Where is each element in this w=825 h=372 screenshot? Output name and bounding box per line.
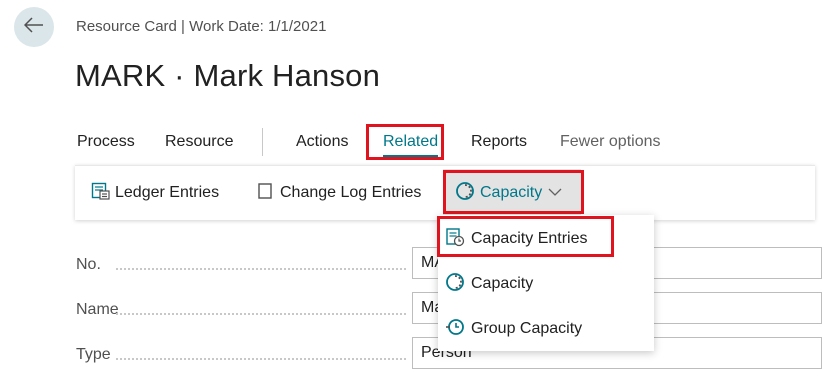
menu-item-group-capacity[interactable]: Group Capacity xyxy=(438,307,654,351)
back-button[interactable] xyxy=(14,7,54,47)
field-label-no: No. xyxy=(76,256,101,273)
active-tab-underline xyxy=(383,155,439,157)
chevron-down-icon xyxy=(548,184,562,202)
capacity-entries-icon xyxy=(445,227,471,252)
action-bar: Ledger Entries Change Log Entries Capaci… xyxy=(75,165,815,220)
menu-reports[interactable]: Reports xyxy=(471,133,527,151)
menu-item-capacity[interactable]: Capacity xyxy=(438,262,654,306)
capacity-dropdown-menu: Capacity Entries Capacity Group Capacity xyxy=(438,215,654,351)
change-log-entries-button[interactable]: Change Log Entries xyxy=(256,166,421,220)
menu-related-label: Related xyxy=(383,133,439,150)
field-label-name: Name xyxy=(76,301,119,318)
menu-item-capacity-entries[interactable]: Capacity Entries xyxy=(438,217,654,261)
field-leader-dots xyxy=(116,252,406,270)
ledger-entries-button[interactable]: Ledger Entries xyxy=(91,166,219,220)
breadcrumb: Resource Card | Work Date: 1/1/2021 xyxy=(76,18,327,35)
menu-bar: Process Resource Actions Related Reports… xyxy=(77,128,727,158)
field-label-type: Type xyxy=(76,346,111,363)
capacity-entries-label: Capacity Entries xyxy=(471,230,588,247)
field-leader-dots xyxy=(116,342,406,360)
ledger-entries-icon xyxy=(91,182,115,205)
capacity-label: Capacity xyxy=(471,275,534,292)
capacity-icon xyxy=(455,181,480,206)
page-title: MARK · Mark Hanson xyxy=(75,58,381,93)
capacity-menu-button[interactable]: Capacity xyxy=(443,169,581,217)
menu-resource[interactable]: Resource xyxy=(165,133,233,151)
change-log-entries-label: Change Log Entries xyxy=(280,184,422,201)
capacity-icon xyxy=(445,272,471,297)
change-log-icon xyxy=(256,182,280,205)
menu-fewer-options[interactable]: Fewer options xyxy=(560,133,661,151)
resource-card-page: Resource Card | Work Date: 1/1/2021 MARK… xyxy=(0,0,825,372)
menu-related[interactable]: Related xyxy=(383,133,439,157)
menu-divider xyxy=(262,128,263,156)
ledger-entries-label: Ledger Entries xyxy=(115,184,220,201)
menu-actions[interactable]: Actions xyxy=(296,133,348,151)
group-capacity-label: Group Capacity xyxy=(471,320,583,337)
capacity-menu-label: Capacity xyxy=(480,184,543,201)
field-leader-dots xyxy=(116,297,406,315)
menu-process[interactable]: Process xyxy=(77,133,135,151)
group-capacity-icon xyxy=(445,317,471,342)
arrow-left-icon xyxy=(23,16,44,38)
